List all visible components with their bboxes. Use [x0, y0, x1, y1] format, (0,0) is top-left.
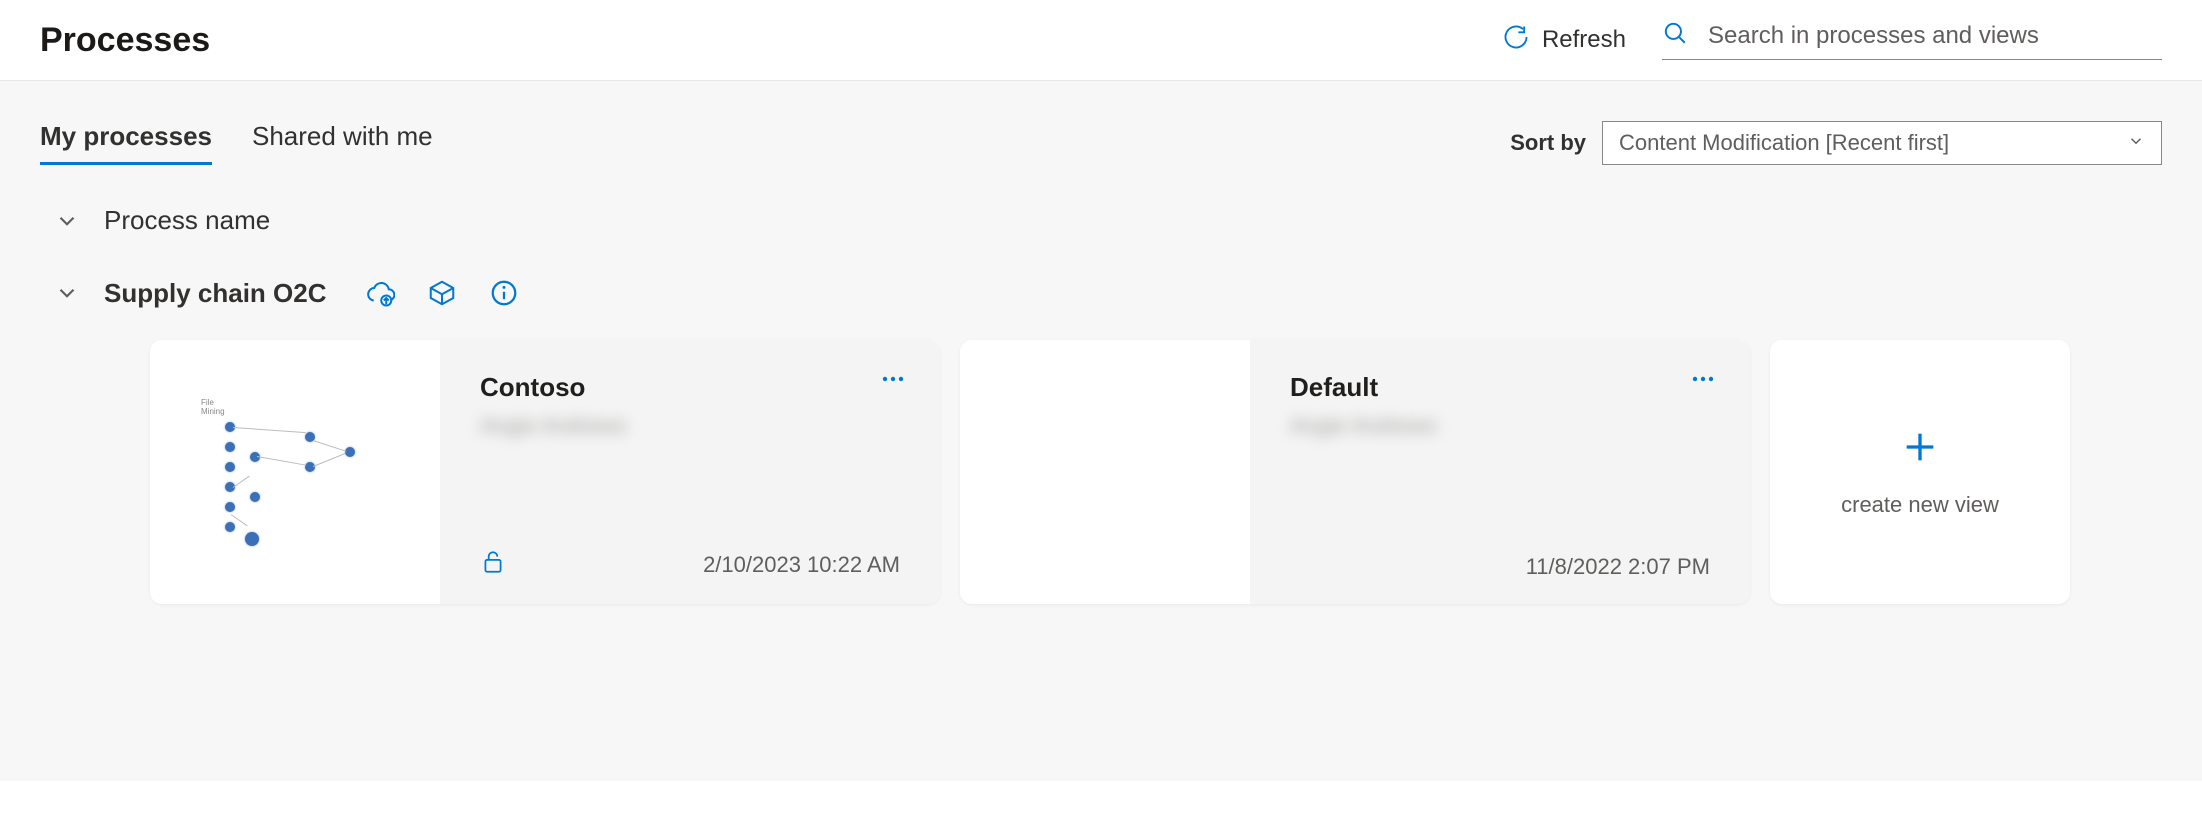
card-more-button[interactable]	[1690, 370, 1716, 388]
group-name: Supply chain O2C	[104, 278, 327, 309]
info-icon[interactable]	[487, 276, 521, 310]
card-owner: Angie Andrews	[1290, 413, 1710, 439]
expand-group[interactable]	[54, 280, 80, 306]
sort-by-label: Sort by	[1510, 130, 1586, 156]
card-date: 11/8/2022 2:07 PM	[1526, 554, 1710, 580]
card-owner: Angie Andrews	[480, 413, 900, 439]
sort-value: Content Modification [Recent first]	[1619, 130, 1949, 156]
tab-my-processes[interactable]: My processes	[40, 121, 212, 165]
expand-groups-header[interactable]	[54, 208, 80, 234]
lock-icon	[480, 549, 506, 580]
card-title: Default	[1290, 372, 1710, 403]
card-more-button[interactable]	[880, 370, 906, 388]
plus-icon	[1900, 427, 1940, 472]
page-title: Processes	[40, 21, 210, 60]
refresh-label: Refresh	[1542, 26, 1626, 54]
card-date: 2/10/2023 10:22 AM	[703, 552, 900, 578]
card-title: Contoso	[480, 372, 900, 403]
refresh-button[interactable]: Refresh	[1502, 23, 1626, 58]
tab-shared-with-me[interactable]: Shared with me	[252, 121, 433, 165]
chevron-down-icon	[2127, 130, 2145, 156]
view-card[interactable]: Default Angie Andrews 11/8/2022 2:07 PM	[960, 340, 1750, 604]
search-field[interactable]	[1662, 20, 2162, 60]
search-input[interactable]	[1708, 22, 2162, 50]
card-thumbnail: FileMining	[150, 340, 440, 604]
refresh-icon	[1502, 23, 1530, 58]
sort-select[interactable]: Content Modification [Recent first]	[1602, 121, 2162, 165]
package-icon[interactable]	[425, 276, 459, 310]
card-thumbnail	[960, 340, 1250, 604]
view-card[interactable]: FileMining	[150, 340, 940, 604]
create-new-view-label: create new view	[1841, 492, 1999, 518]
create-new-view-button[interactable]: create new view	[1770, 340, 2070, 604]
cloud-upload-icon[interactable]	[363, 276, 397, 310]
search-icon	[1662, 20, 1688, 51]
groups-header-label: Process name	[104, 205, 270, 236]
